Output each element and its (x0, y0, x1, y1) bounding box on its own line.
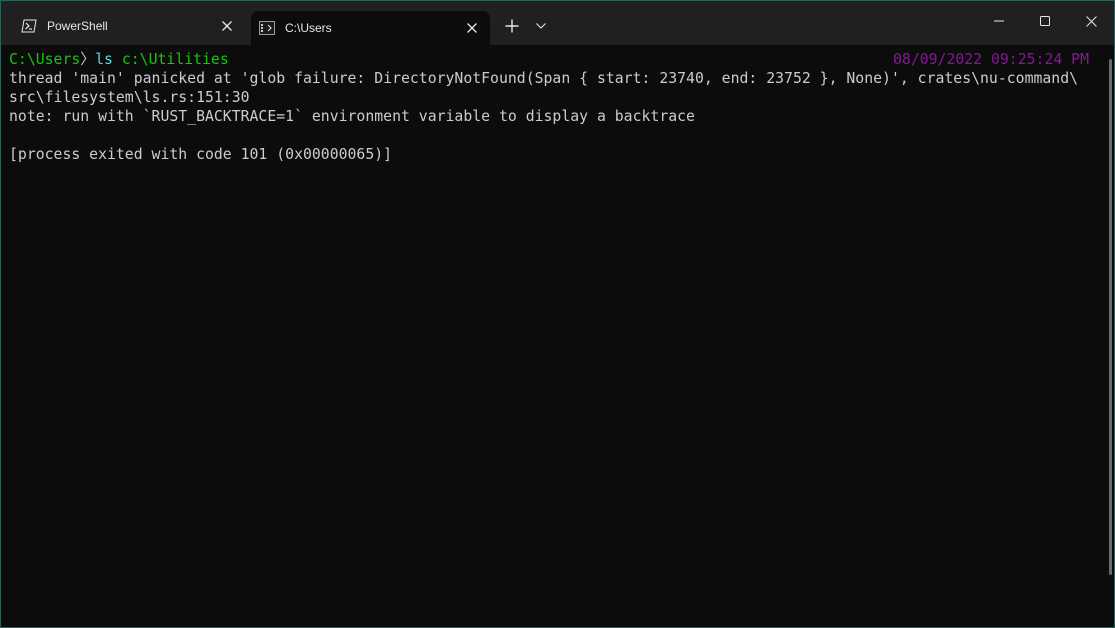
tab-label: C:\Users (285, 21, 332, 35)
output-line: thread 'main' panicked at 'glob failure:… (9, 70, 1079, 87)
minimize-button[interactable] (976, 1, 1022, 41)
maximize-icon (1040, 16, 1050, 26)
prompt-line: C:\Users〉ls c:\Utilities (9, 50, 229, 69)
maximize-button[interactable] (1022, 1, 1068, 41)
powershell-icon (21, 18, 37, 34)
close-icon (1085, 15, 1097, 27)
prompt-timestamp: 08/09/2022 09:25:24 PM (893, 51, 1089, 68)
title-bar[interactable]: PowerShell C:\Users (1, 1, 1114, 45)
new-tab-button[interactable] (499, 13, 525, 39)
command: ls (95, 51, 113, 68)
output-line: src\filesystem\ls.rs:151:30 (9, 89, 250, 106)
scrollbar[interactable] (1109, 59, 1112, 575)
terminal-icon (259, 20, 275, 36)
close-window-button[interactable] (1068, 1, 1114, 41)
plus-icon (505, 19, 519, 33)
command-argument: c:\Utilities (121, 51, 229, 68)
close-tab-icon[interactable] (458, 14, 486, 42)
process-exit-line: [process exited with code 101 (0x0000006… (9, 146, 393, 163)
tab-dropdown-button[interactable] (529, 13, 553, 39)
chevron-down-icon (536, 23, 546, 29)
terminal-window: PowerShell C:\Users C:\Users〉ls c:\Utili… (0, 0, 1115, 628)
output-line: note: run with `RUST_BACKTRACE=1` enviro… (9, 108, 695, 125)
close-tab-icon[interactable] (213, 12, 241, 40)
terminal-output[interactable]: C:\Users〉ls c:\Utilities 08/09/2022 09:2… (1, 45, 1114, 627)
tab-c-users[interactable]: C:\Users (251, 11, 490, 45)
prompt-separator: 〉 (80, 51, 96, 68)
minimize-icon (994, 20, 1004, 22)
tab-powershell[interactable]: PowerShell (9, 10, 245, 42)
prompt-path: C:\Users (9, 51, 81, 68)
tab-label: PowerShell (47, 19, 108, 33)
